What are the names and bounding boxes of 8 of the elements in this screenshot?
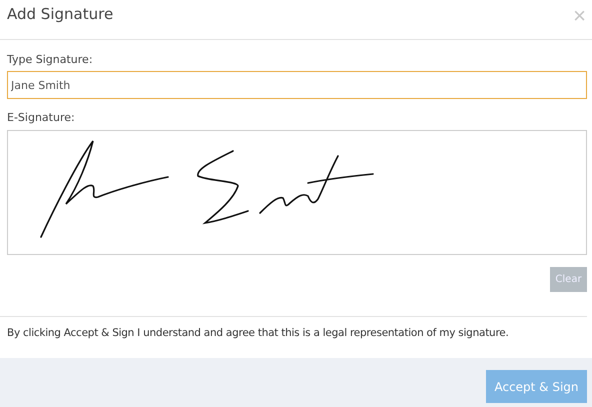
dialog-title: Add Signature <box>7 4 114 22</box>
accept-sign-button[interactable]: Accept & Sign <box>486 370 587 403</box>
field-label: E-Signature: <box>7 111 75 124</box>
signature-pad[interactable] <box>7 130 587 255</box>
field-label: Type Signature: <box>7 53 93 66</box>
clear-button[interactable]: Clear <box>550 267 587 292</box>
legal-notice: By clicking Accept & Sign I understand and agree that this is a legal representation of my signature. <box>7 327 509 339</box>
close-button[interactable]: × <box>573 4 586 26</box>
